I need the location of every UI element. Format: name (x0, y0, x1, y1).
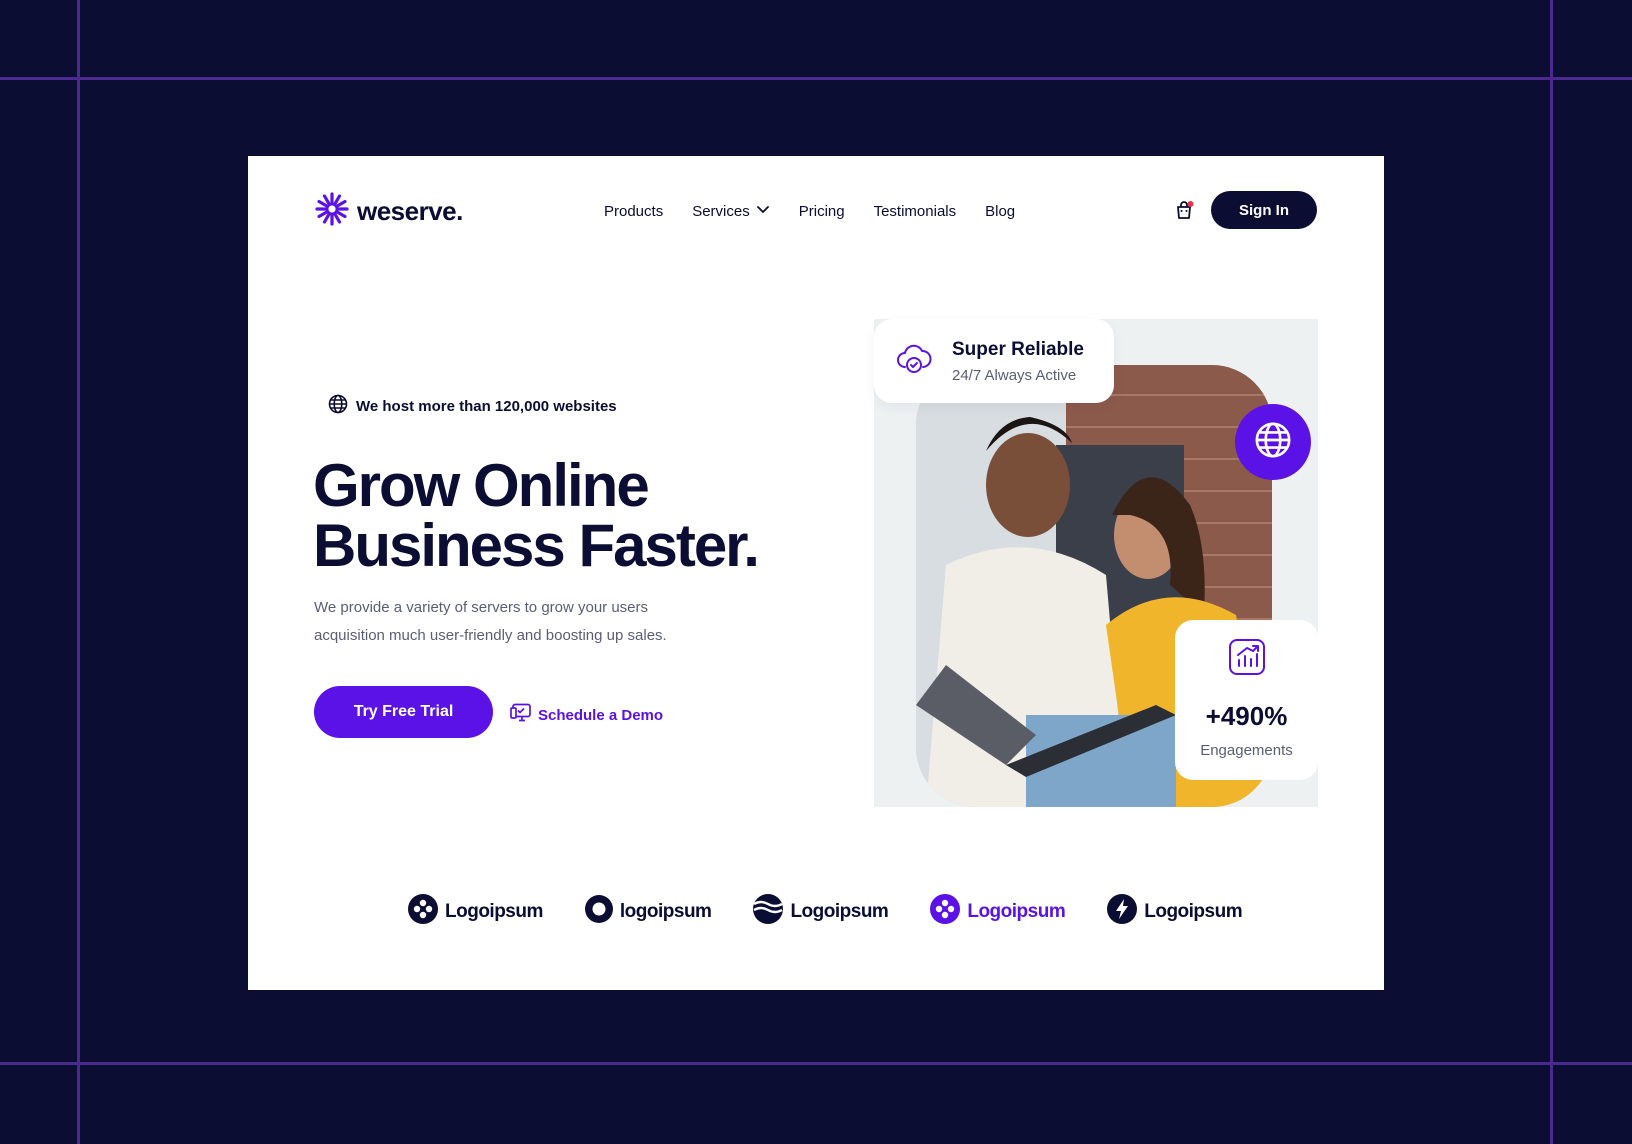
partner-logo: Logoipsum (1107, 894, 1243, 930)
chart-up-icon (1228, 638, 1266, 681)
nav-label: Testimonials (873, 202, 957, 220)
partner-logo: logoipsum (584, 895, 712, 929)
nav-label: Pricing (798, 202, 845, 220)
globe-icon (1254, 421, 1292, 464)
try-free-trial-button[interactable]: Try Free Trial (314, 686, 493, 738)
schedule-demo-label: Schedule a Demo (538, 706, 664, 724)
page-title: Grow Online Business Faster. (313, 456, 760, 579)
nav-label: Products (604, 202, 664, 220)
partner-name: Logoipsum (790, 901, 889, 922)
partner-name: Logoipsum (445, 901, 543, 922)
engagement-label: Engagements (1200, 742, 1293, 759)
subtitle-line-1: We provide a variety of servers to grow … (314, 599, 649, 616)
cloud-check-icon (894, 339, 934, 384)
nav-services[interactable]: Services (692, 202, 770, 220)
grid-line (0, 77, 1632, 80)
monitor-icon (510, 702, 532, 728)
globe-badge (1235, 404, 1311, 480)
logo-mark-icon (753, 894, 784, 930)
nav-blog[interactable]: Blog (985, 203, 1015, 220)
partner-logo: Logoipsum (408, 894, 543, 930)
nav-pricing[interactable]: Pricing (799, 203, 845, 220)
partner-logos: Logoipsum logoipsum Logoipsum Logoipsum … (408, 894, 1243, 930)
nav-label: Services (692, 202, 750, 220)
logo-mark-icon (408, 894, 438, 930)
badge-text: We host more than 120,000 websites (356, 398, 617, 415)
logo-mark-icon (930, 894, 961, 930)
partner-name: Logoipsum (967, 901, 1066, 922)
partner-name: logoipsum (619, 901, 712, 922)
logo-mark-icon (1107, 894, 1138, 930)
shopping-bag-icon[interactable] (1172, 198, 1196, 222)
landing-page: weserve. Products Services Pricing Testi… (248, 156, 1384, 990)
reliable-title: Super Reliable (952, 338, 1084, 360)
nav-testimonials[interactable]: Testimonials (874, 203, 957, 220)
main-nav: Products Services Pricing Testimonials B… (604, 202, 1015, 220)
sign-in-button[interactable]: Sign In (1211, 191, 1317, 229)
grid-line (77, 0, 80, 1144)
grid-line (0, 1062, 1632, 1065)
brand-logo[interactable]: weserve. (315, 192, 463, 231)
reliable-text: Super Reliable 24/7 Always Active (952, 339, 1084, 384)
hero-subtitle: We provide a variety of servers to grow … (314, 594, 734, 650)
title-line-2: Business Faster. (313, 512, 760, 579)
schedule-demo-link[interactable]: Schedule a Demo (510, 702, 663, 728)
reliable-subtitle: 24/7 Always Active (952, 366, 1077, 384)
subtitle-line-2: acquisition much user-friendly and boost… (314, 627, 667, 644)
brand-name: weserve. (357, 196, 463, 226)
title-line-1: Grow Online (313, 452, 650, 519)
grid-line (1550, 0, 1553, 1144)
partner-name: Logoipsum (1144, 901, 1243, 922)
hosting-badge: We host more than 120,000 websites (328, 394, 617, 419)
flower-icon (315, 192, 349, 231)
globe-icon (328, 394, 348, 419)
partner-logo: Logoipsum (930, 894, 1066, 930)
nav-label: Blog (985, 202, 1016, 220)
nav-products[interactable]: Products (604, 203, 663, 220)
partner-logo: Logoipsum (753, 894, 889, 930)
engagement-card: +490% Engagements (1175, 620, 1318, 780)
engagement-value: +490% (1205, 701, 1288, 731)
chevron-down-icon (756, 202, 770, 220)
logo-mark-icon (584, 895, 613, 929)
super-reliable-card: Super Reliable 24/7 Always Active (874, 319, 1114, 403)
